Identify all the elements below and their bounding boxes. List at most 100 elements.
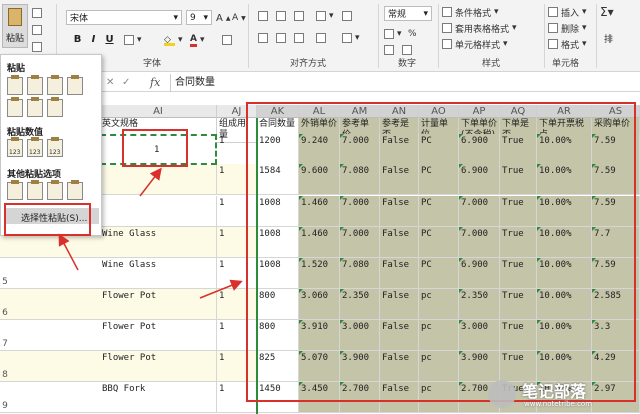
row-number[interactable]: 5 (0, 277, 10, 287)
cell-an[interactable]: False (380, 196, 419, 226)
indent-button[interactable] (316, 30, 326, 46)
column-header-ar[interactable]: AR (537, 105, 592, 118)
cell-ap[interactable]: 6.900 (459, 258, 500, 288)
underline-button[interactable]: U (102, 32, 117, 47)
cell-ar[interactable]: 10.00% (537, 196, 592, 226)
column-header-ai[interactable]: AI (100, 105, 217, 118)
cell-an[interactable]: False (380, 258, 419, 288)
grow-font-button[interactable]: A ▲ (216, 10, 230, 26)
cell-am[interactable]: 2.700 (340, 382, 380, 412)
cell-ap[interactable]: 6.900 (459, 134, 500, 164)
cell-ak[interactable]: 1200 (257, 134, 299, 164)
cell-ai[interactable] (100, 164, 217, 194)
cell-ak[interactable]: 800 (257, 320, 299, 350)
cell-aj[interactable]: 1 (217, 320, 257, 350)
cell-am[interactable]: 7.000 (340, 227, 380, 257)
formula-input[interactable]: 合同数量 (170, 74, 630, 92)
paste-values-number-format-icon[interactable]: 123 (27, 137, 43, 157)
cell-ak[interactable]: 825 (257, 351, 299, 381)
function-icon[interactable]: fx (150, 76, 160, 89)
cell-ai[interactable]: Flower Pot (100, 320, 217, 350)
cell-aj[interactable]: 1 (217, 351, 257, 381)
paste-keep-width-icon[interactable] (27, 97, 43, 117)
paste-linked-picture-icon[interactable] (67, 180, 83, 200)
cell-ai[interactable]: Wine Glass (100, 227, 217, 257)
cell-ak[interactable]: 1008 (257, 258, 299, 288)
cell-ar[interactable]: 10.00% (537, 227, 592, 257)
enter-icon[interactable]: ✓ (122, 77, 130, 88)
column-header-am[interactable]: AM (340, 105, 380, 118)
sum-button[interactable]: Σ▾ (600, 4, 614, 20)
cell-aj[interactable]: 1 (217, 382, 257, 412)
cell-ao[interactable]: PC (419, 227, 459, 257)
conditional-format-button[interactable]: 条件格式 ▾ (442, 4, 499, 20)
cell-ai[interactable]: Wine Glass (100, 258, 217, 288)
cell-aq[interactable]: True (500, 196, 537, 226)
cell-as[interactable]: 7.59 (592, 134, 640, 164)
cell-as[interactable]: 2.585 (592, 289, 640, 319)
cell-ar[interactable]: 10.00% (537, 164, 592, 194)
orientation-button[interactable]: ▾ (316, 8, 334, 24)
bold-button[interactable]: B (70, 32, 85, 47)
row-number[interactable]: 9 (0, 401, 10, 411)
cell-ai[interactable] (100, 196, 217, 226)
cell-am[interactable]: 3.000 (340, 320, 380, 350)
cell-style-button[interactable]: 单元格样式 ▾ (442, 36, 508, 52)
column-header-ap[interactable]: AP (459, 105, 500, 118)
paste-formulas-icon[interactable] (27, 75, 43, 95)
cell-as[interactable]: 7.59 (592, 258, 640, 288)
cell-ak[interactable]: 1008 (257, 196, 299, 226)
fill-color-button[interactable]: ◇ ▾ (164, 32, 183, 48)
cell-aq[interactable]: True (500, 134, 537, 164)
cell-an[interactable]: False (380, 320, 419, 350)
cell-an[interactable]: False (380, 289, 419, 319)
cell-am[interactable]: 7.080 (340, 258, 380, 288)
cell-as[interactable]: 7.59 (592, 164, 640, 194)
column-header-ao[interactable]: AO (419, 105, 459, 118)
merge-button[interactable]: ▾ (342, 30, 360, 46)
percent-button[interactable]: % (408, 26, 417, 42)
cell-ar[interactable]: 10.00% (537, 134, 592, 164)
cell-al[interactable]: 9.240 (299, 134, 340, 164)
cell-ar[interactable]: 10.00% (537, 289, 592, 319)
cell-ao[interactable]: pc (419, 382, 459, 412)
align-center-button[interactable] (276, 30, 286, 46)
cell-as[interactable]: 3.3 (592, 320, 640, 350)
column-header-aj[interactable]: AJ (217, 105, 257, 118)
cell-aq[interactable]: True (500, 227, 537, 257)
paste-option-icon[interactable] (7, 75, 23, 95)
align-top-button[interactable] (258, 8, 268, 24)
cell-ao[interactable]: PC (419, 258, 459, 288)
cell-al[interactable]: 1.460 (299, 227, 340, 257)
shrink-font-button[interactable]: A ▼ (232, 10, 246, 26)
paste-transpose-icon[interactable] (47, 97, 63, 117)
column-header-ak[interactable]: AK (257, 105, 299, 118)
cell-aq[interactable]: True (500, 164, 537, 194)
cell-an[interactable]: False (380, 227, 419, 257)
cell-ap[interactable]: 6.900 (459, 164, 500, 194)
align-middle-button[interactable] (276, 8, 286, 24)
column-header-aq[interactable]: AQ (500, 105, 537, 118)
cell-al[interactable]: 3.060 (299, 289, 340, 319)
cell-aj[interactable]: 1 (217, 289, 257, 319)
cell-ao[interactable]: pc (419, 351, 459, 381)
cell-ar[interactable]: 10.00% (537, 320, 592, 350)
cell-ao[interactable]: PC (419, 134, 459, 164)
cell-ai[interactable]: Flower Pot (100, 289, 217, 319)
align-left-button[interactable] (258, 30, 268, 46)
cut-button[interactable] (32, 5, 42, 21)
cell-aq[interactable]: True (500, 320, 537, 350)
paste-no-borders-icon[interactable] (7, 97, 23, 117)
cell-ao[interactable]: pc (419, 289, 459, 319)
cell-am[interactable]: 7.000 (340, 134, 380, 164)
cell-am[interactable]: 7.080 (340, 164, 380, 194)
currency-button[interactable]: ▾ (384, 26, 402, 42)
cell-aj[interactable]: 1 (217, 164, 257, 194)
sort-button[interactable]: 排 (604, 30, 613, 46)
cell-aj[interactable]: 1 (217, 258, 257, 288)
cell-al[interactable]: 9.600 (299, 164, 340, 194)
row-number[interactable]: 6 (0, 308, 10, 318)
cell-am[interactable]: 2.350 (340, 289, 380, 319)
font-name-select[interactable]: 宋体 ▾ (66, 10, 182, 25)
border-button[interactable]: ▾ (124, 32, 142, 48)
